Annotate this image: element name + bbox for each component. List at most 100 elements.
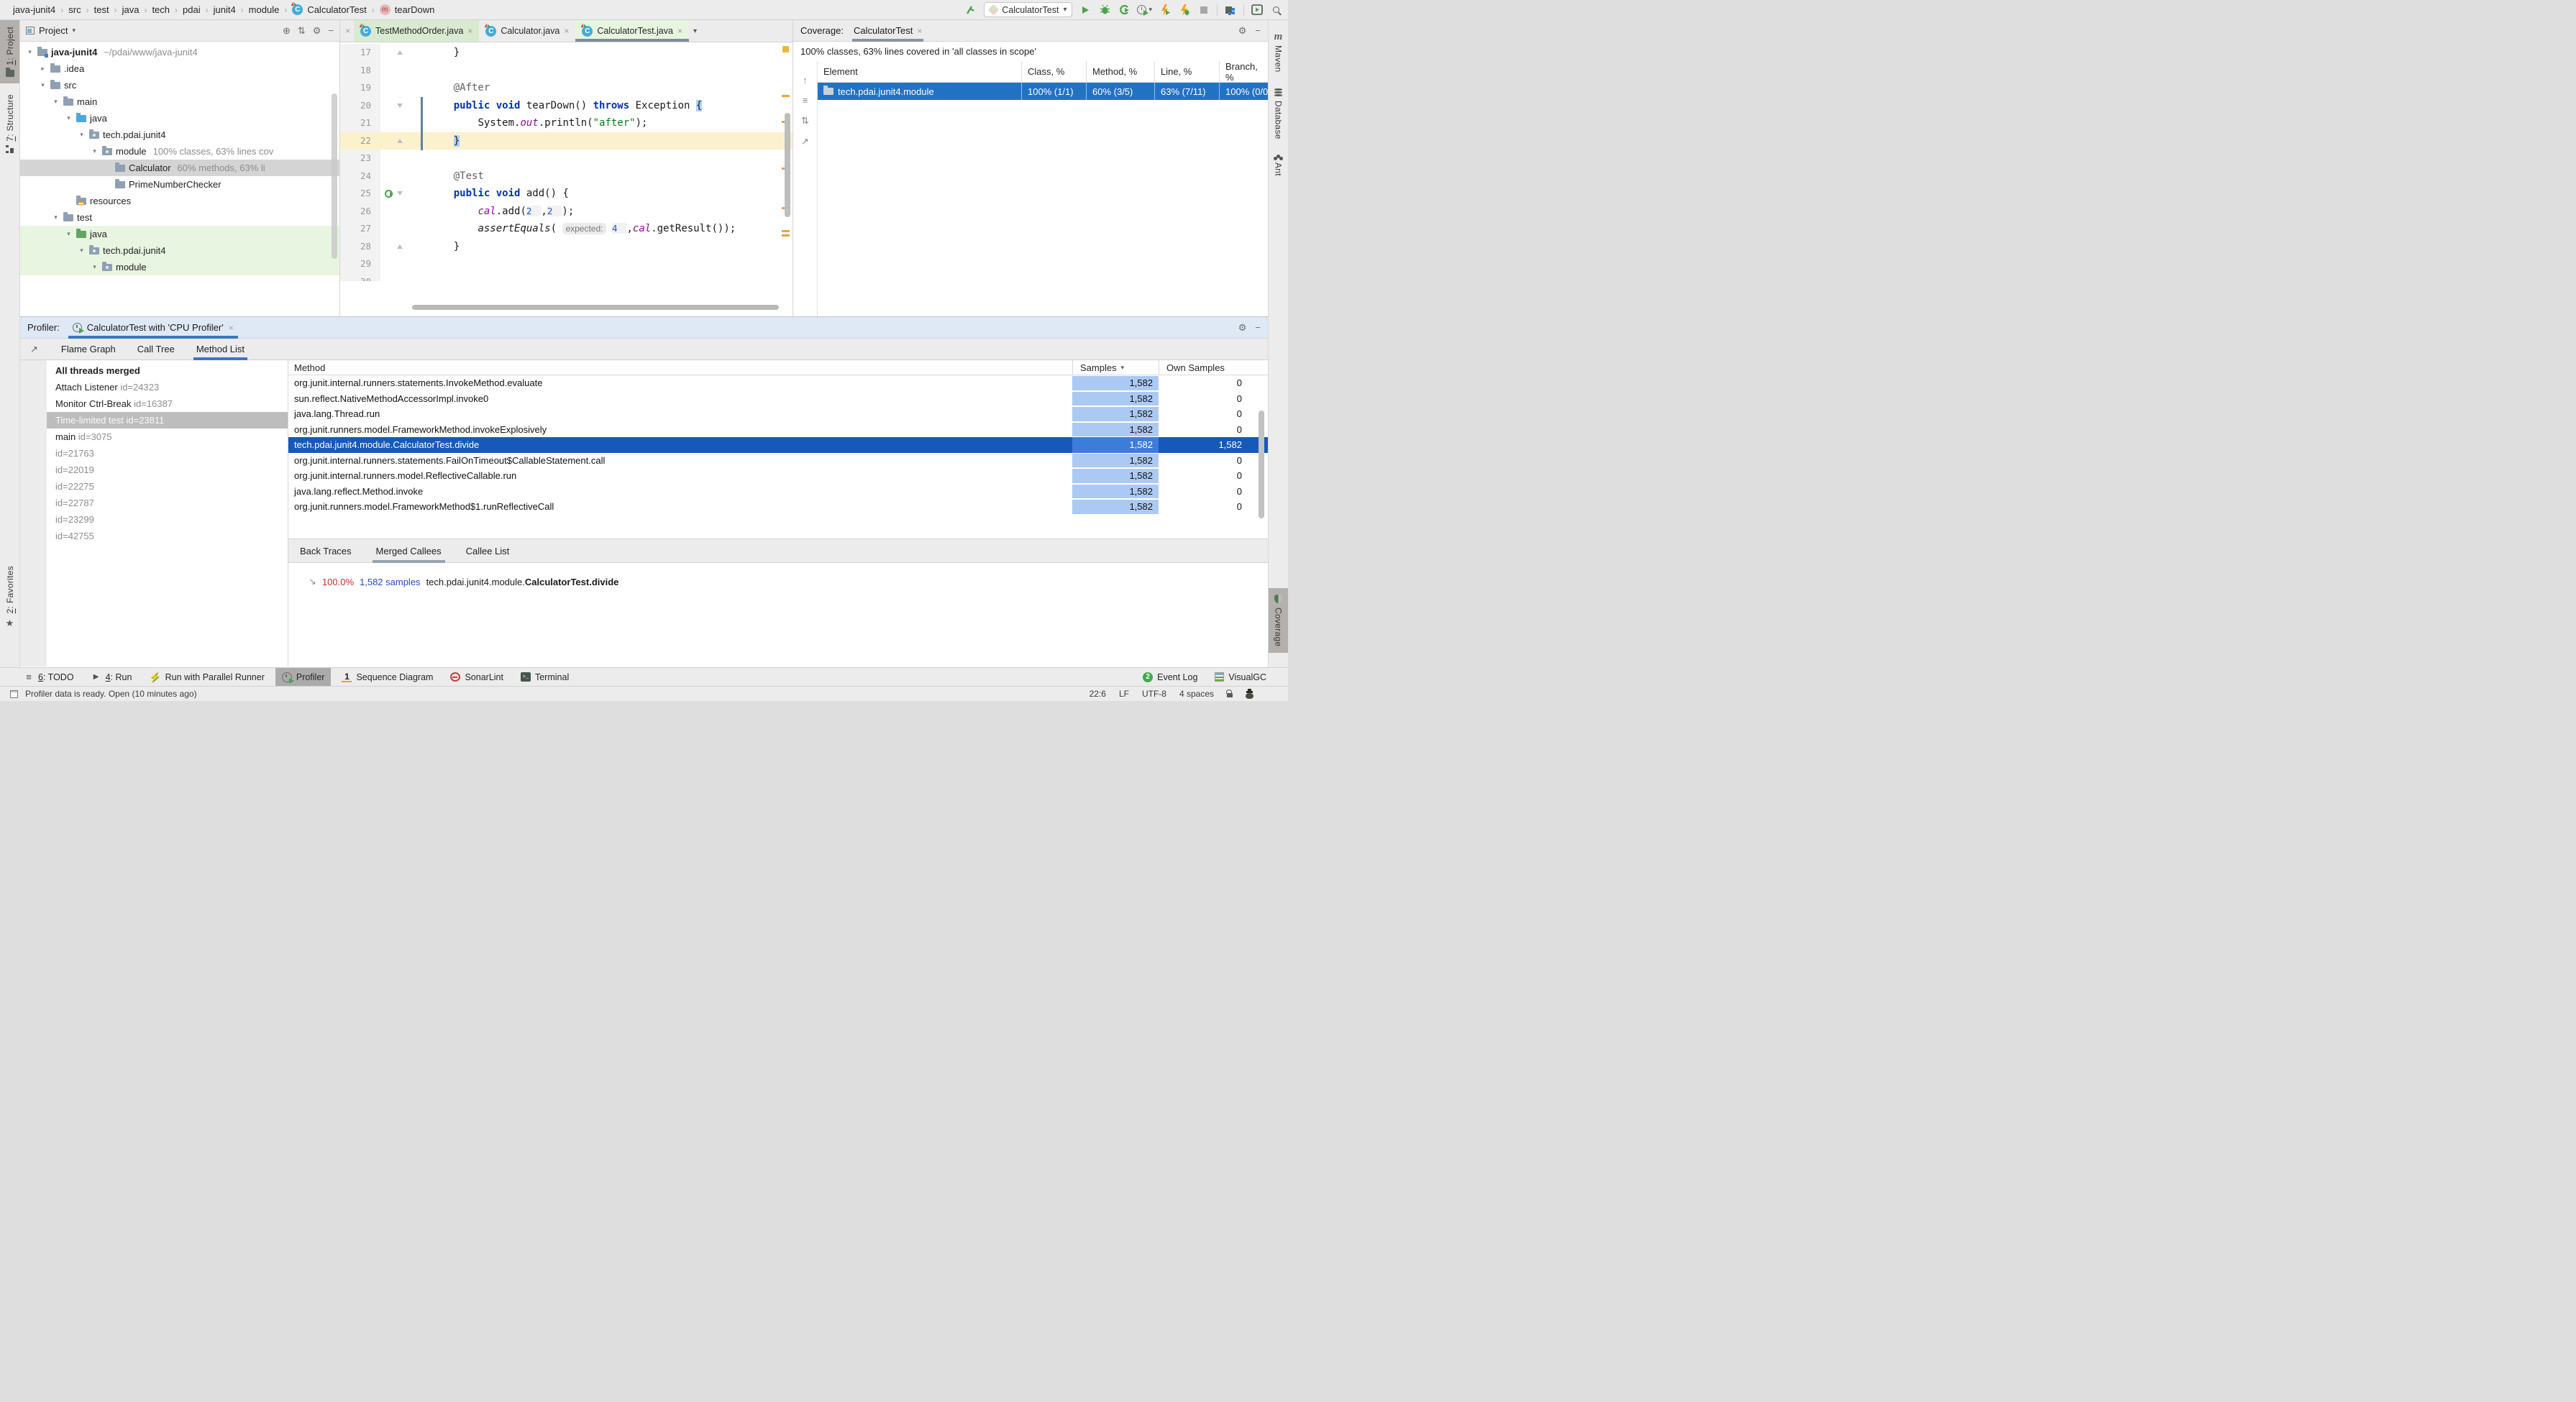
tree-expand-icon[interactable]: ▾ [91, 263, 99, 271]
tree-row[interactable]: resources [20, 193, 339, 209]
run-button[interactable] [1079, 4, 1092, 17]
line-number[interactable]: 30 [340, 273, 380, 281]
coverage-tab[interactable]: CalculatorTest × [851, 20, 925, 42]
tree-row[interactable]: ▾ tech.pdai.junit4 [20, 127, 339, 143]
close-icon[interactable]: × [564, 26, 569, 36]
close-icon[interactable]: × [917, 26, 922, 36]
toolwindow-toggle-icon[interactable] [10, 690, 18, 698]
code-line[interactable]: 28 } [340, 238, 793, 256]
fold-marker-icon[interactable] [397, 104, 403, 108]
callee-samples-link[interactable]: 1,582 samples [360, 577, 421, 587]
code-line[interactable]: 25 public void add() { [340, 185, 793, 203]
line-number[interactable]: 21 [340, 114, 380, 132]
thread-row[interactable]: id=42755 [47, 528, 288, 544]
error-stripe-mark[interactable] [782, 234, 790, 237]
callee-subtab[interactable]: Back Traces [300, 539, 352, 563]
visualgc-button[interactable]: VisualGC [1215, 672, 1266, 682]
run-config-selector[interactable]: CalculatorTest ▾ [984, 2, 1072, 17]
parallel-run-button[interactable] [1159, 4, 1171, 17]
profiler-view-tab[interactable]: Call Tree [137, 339, 175, 360]
chevron-down-icon[interactable]: ▾ [72, 27, 76, 35]
code-line[interactable]: 22 } [340, 132, 793, 150]
editor-vertical-scrollbar[interactable] [785, 113, 790, 217]
run-with-coverage-button[interactable] [1118, 4, 1131, 17]
line-number[interactable]: 25 [340, 185, 380, 203]
line-number[interactable]: 18 [340, 62, 380, 80]
code-line[interactable]: 21 System.out.println("after"); [340, 114, 793, 132]
sidebar-item-project[interactable]: 1: Project [0, 20, 19, 83]
line-number[interactable]: 27 [340, 220, 380, 238]
column-element[interactable]: Element [818, 61, 1021, 82]
profiler-view-tab[interactable]: Method List [196, 339, 245, 360]
breadcrumb-item-method[interactable]: tearDown [395, 4, 435, 15]
breadcrumb-item[interactable]: module [249, 4, 280, 15]
tree-expand-icon[interactable]: ▾ [52, 98, 60, 106]
project-panel-title[interactable]: Project [39, 25, 68, 36]
error-stripe-mark[interactable] [782, 230, 790, 232]
project-structure-icon[interactable] [1224, 4, 1237, 17]
method-row[interactable]: org.junit.internal.runners.model.Reflect… [288, 468, 1268, 484]
profiler-tab[interactable]: CalculatorTest with 'CPU Profiler' × [68, 317, 238, 339]
event-log-button[interactable]: 2 Event Log [1143, 672, 1197, 682]
minimize-icon[interactable]: − [1255, 322, 1261, 334]
toolwindow-button[interactable]: 1 Sequence Diagram [335, 668, 439, 687]
minimize-icon[interactable]: − [1255, 25, 1261, 37]
line-number[interactable]: 20 [340, 97, 380, 115]
error-stripe-mark[interactable] [782, 46, 789, 52]
up-arrow-icon[interactable]: ↑ [803, 75, 808, 86]
tree-expand-icon[interactable]: ▾ [52, 214, 60, 221]
coverage-row[interactable]: tech.pdai.junit4.module 100% (1/1) 60% (… [818, 83, 1268, 100]
merged-callees-row[interactable]: ↘ 100.0% 1,582 samples tech.pdai.junit4.… [288, 573, 1268, 590]
sidebar-item-structure[interactable]: 7: Structure [0, 88, 19, 160]
thread-row[interactable]: Attach Listener id=24323 [47, 379, 288, 395]
build-hammer-icon[interactable] [964, 4, 977, 17]
code-line[interactable]: 17 } [340, 44, 793, 62]
gear-icon[interactable]: ⚙ [1238, 322, 1247, 334]
toolwindow-button[interactable]: SonarLint [444, 668, 510, 687]
thread-row[interactable]: Time-limited test id=23811 [47, 412, 288, 429]
test-run-icon[interactable] [385, 190, 393, 198]
line-number[interactable]: 17 [340, 44, 380, 62]
line-number[interactable]: 28 [340, 238, 380, 256]
profile-button[interactable]: ▾ [1137, 5, 1152, 14]
tree-expand-icon[interactable]: ▾ [78, 131, 86, 139]
editor-horizontal-scrollbar[interactable] [412, 305, 779, 310]
line-number[interactable]: 22 [340, 132, 380, 150]
external-link-icon[interactable]: ↗ [801, 136, 809, 147]
code-line[interactable]: 23 [340, 150, 793, 168]
thread-row[interactable]: id=22275 [47, 478, 288, 495]
sort-icon[interactable]: ⇅ [801, 115, 809, 127]
tree-expand-icon[interactable]: ▾ [65, 114, 73, 122]
line-separator[interactable]: LF [1119, 689, 1129, 699]
method-table-scrollbar[interactable] [1259, 411, 1264, 518]
line-number[interactable]: 19 [340, 79, 380, 97]
editor-tab[interactable]: C Calculator.java × [479, 20, 575, 42]
indent-setting[interactable]: 4 spaces [1179, 689, 1214, 699]
tree-row[interactable]: ▾ module [20, 259, 339, 275]
locate-icon[interactable]: ⊕ [283, 25, 291, 37]
breadcrumb-item[interactable]: junit4 [214, 4, 236, 15]
close-icon[interactable]: × [340, 26, 354, 36]
close-icon[interactable]: × [467, 26, 472, 36]
code-line[interactable]: 24 @Test [340, 168, 793, 185]
tree-row[interactable]: ▾ module 100% classes, 63% lines cov [20, 143, 339, 160]
tree-expand-icon[interactable]: ▾ [91, 147, 99, 155]
stop-button[interactable] [1197, 4, 1210, 17]
tree-row[interactable]: ▸ .idea [20, 60, 339, 77]
tree-row[interactable]: ▾ main [20, 93, 339, 110]
method-row[interactable]: org.junit.internal.runners.statements.Fa… [288, 453, 1268, 469]
method-row[interactable]: java.lang.reflect.Method.invoke 1,582 0 [288, 484, 1268, 500]
breadcrumb-item[interactable]: src [68, 4, 81, 15]
code-line[interactable]: 27 assertEquals( expected: 4,cal.getResu… [340, 220, 793, 238]
tree-row[interactable]: ▾ java [20, 110, 339, 127]
column-samples[interactable]: Samples▾ [1072, 360, 1159, 375]
method-row[interactable]: org.junit.internal.runners.statements.In… [288, 375, 1268, 391]
tree-row[interactable]: Calculator 60% methods, 63% li [20, 160, 339, 176]
tree-row[interactable]: ▾ src [20, 77, 339, 93]
callee-subtab[interactable]: Merged Callees [376, 539, 442, 563]
code-line[interactable]: 20 public void tearDown() throws Excepti… [340, 97, 793, 115]
callee-subtab[interactable]: Callee List [466, 539, 510, 563]
column-line-pct[interactable]: Line, % [1154, 61, 1219, 82]
sidebar-item-favorites[interactable]: 2: Favorites ★ [0, 559, 19, 636]
thread-row[interactable]: id=22019 [47, 462, 288, 478]
